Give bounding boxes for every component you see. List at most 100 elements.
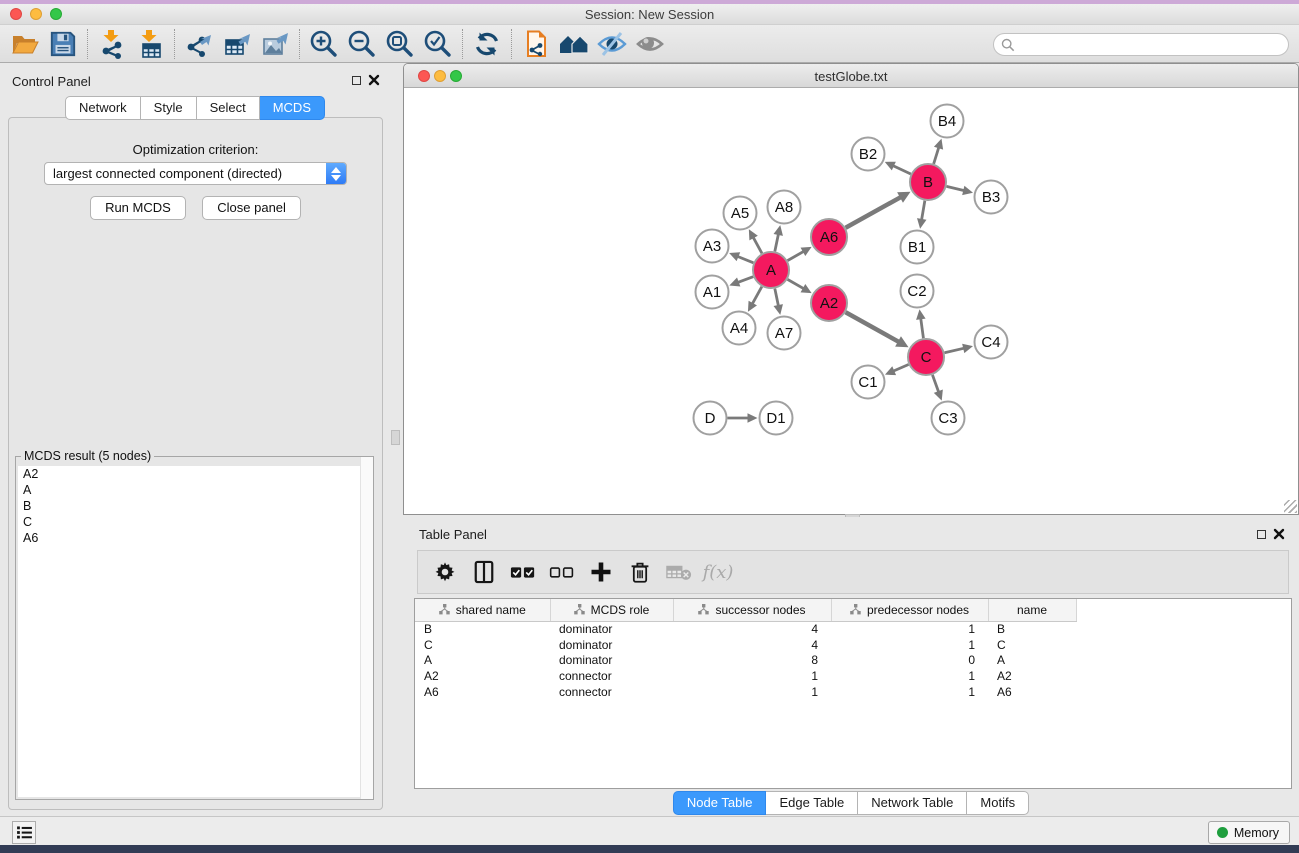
show-all-houses-icon[interactable] [555,28,593,60]
float-table-panel-icon[interactable] [1257,530,1266,539]
zoom-out-icon[interactable] [343,28,381,60]
run-mcds-button[interactable]: Run MCDS [90,196,186,220]
result-item-a[interactable]: A [18,482,371,498]
resize-grip-icon[interactable] [1284,500,1297,513]
table-row[interactable]: Bdominator41B [415,621,1291,637]
cell-MCDS-role[interactable]: dominator [550,637,673,653]
network-window-titlebar[interactable]: testGlobe.txt [404,64,1298,88]
edge-A-A6[interactable] [788,247,812,261]
edge-A-A5[interactable] [749,229,762,253]
search-input[interactable] [1015,34,1288,55]
cell-successor-nodes[interactable]: 8 [673,652,831,668]
cell-predecessor-nodes[interactable]: 1 [831,668,988,684]
node-A5[interactable]: A5 [724,197,757,230]
edge-C-C2[interactable] [916,309,926,338]
tab-style[interactable]: Style [141,96,197,120]
zoom-fit-icon[interactable] [381,28,419,60]
table-row[interactable]: Cdominator41C [415,637,1291,653]
node-C2[interactable]: C2 [901,275,934,308]
tab-node-table[interactable]: Node Table [673,791,767,815]
task-history-button[interactable] [12,821,36,844]
cell-name[interactable]: B [988,621,1076,637]
hide-selected-eye-icon[interactable] [593,28,631,60]
cell-predecessor-nodes[interactable]: 1 [831,684,988,700]
column-header-shared-name[interactable]: shared name [415,599,550,621]
cell-MCDS-role[interactable]: connector [550,668,673,684]
edge-B-B2[interactable] [885,162,911,174]
node-A6[interactable]: A6 [811,219,847,255]
cell-shared-name[interactable]: A [415,652,550,668]
column-header-successor-nodes[interactable]: successor nodes [673,599,831,621]
edge-C-C4[interactable] [945,344,973,353]
edge-B-B1[interactable] [917,201,926,229]
open-file-icon[interactable] [6,28,44,60]
edge-C-C3[interactable] [932,375,942,401]
tab-motifs[interactable]: Motifs [967,791,1029,815]
delete-column-trash-icon[interactable] [625,556,655,588]
node-A1[interactable]: A1 [696,276,729,309]
zoom-in-icon[interactable] [305,28,343,60]
tab-network-table[interactable]: Network Table [858,791,967,815]
tab-select[interactable]: Select [197,96,260,120]
node-C3[interactable]: C3 [932,402,965,435]
edge-B-B3[interactable] [946,186,973,195]
cell-predecessor-nodes[interactable]: 1 [831,637,988,653]
select-all-checkboxes-icon[interactable] [508,556,538,588]
node-A7[interactable]: A7 [768,317,801,350]
column-header-predecessor-nodes[interactable]: predecessor nodes [831,599,988,621]
node-B1[interactable]: B1 [901,231,934,264]
cell-shared-name[interactable]: A2 [415,668,550,684]
result-item-b[interactable]: B [18,498,371,514]
node-A8[interactable]: A8 [768,191,801,224]
node-A3[interactable]: A3 [696,230,729,263]
result-item-a6[interactable]: A6 [18,530,371,546]
export-network-icon[interactable] [180,28,218,60]
cell-MCDS-role[interactable]: dominator [550,621,673,637]
node-B3[interactable]: B3 [975,181,1008,214]
node-C1[interactable]: C1 [852,366,885,399]
node-C[interactable]: C [908,339,944,375]
edge-A-A4[interactable] [748,287,762,312]
cell-shared-name[interactable]: B [415,621,550,637]
node-A2[interactable]: A2 [811,285,847,321]
edge-A-A7[interactable] [774,289,783,315]
optimization-criterion-dropdown[interactable]: largest connected component (directed) [44,162,347,185]
cell-predecessor-nodes[interactable]: 1 [831,621,988,637]
node-D1[interactable]: D1 [760,402,793,435]
tab-network[interactable]: Network [65,96,141,120]
float-panel-icon[interactable] [352,76,361,85]
cell-name[interactable]: A6 [988,684,1076,700]
edge-A-A1[interactable] [729,277,753,287]
node-C4[interactable]: C4 [975,326,1008,359]
edge-A-A2[interactable] [788,279,812,293]
export-image-icon[interactable] [256,28,294,60]
show-hidden-eye-icon[interactable] [631,28,669,60]
edge-D-D1[interactable] [728,413,758,423]
network-canvas[interactable]: B4B2BB3A8A5A6A3B1AC2A1A2A4A7C4CC1C3DD1 [404,88,1298,514]
cell-successor-nodes[interactable]: 4 [673,621,831,637]
export-table-icon[interactable] [218,28,256,60]
table-row[interactable]: A6connector11A6 [415,684,1291,700]
cell-MCDS-role[interactable]: dominator [550,652,673,668]
close-table-panel-icon[interactable] [1273,528,1285,540]
save-session-icon[interactable] [44,28,82,60]
close-panel-icon[interactable] [368,74,380,86]
node-D[interactable]: D [694,402,727,435]
close-panel-button[interactable]: Close panel [202,196,301,220]
zoom-selected-icon[interactable] [419,28,457,60]
table-settings-gear-icon[interactable] [430,556,460,588]
edge-B-B4[interactable] [934,139,943,164]
result-item-a2[interactable]: A2 [18,466,371,482]
edge-A6-B[interactable] [846,192,911,228]
memory-button[interactable]: Memory [1208,821,1290,844]
cell-successor-nodes[interactable]: 1 [673,684,831,700]
column-header-MCDS-role[interactable]: MCDS role [550,599,673,621]
vertical-splitter-handle[interactable] [391,430,400,445]
column-view-icon[interactable] [469,556,499,588]
node-B[interactable]: B [910,164,946,200]
clone-network-icon[interactable] [517,28,555,60]
tab-mcds[interactable]: MCDS [260,96,325,120]
refresh-layout-icon[interactable] [468,28,506,60]
cell-name[interactable]: A [988,652,1076,668]
edge-C-C1[interactable] [885,365,909,376]
